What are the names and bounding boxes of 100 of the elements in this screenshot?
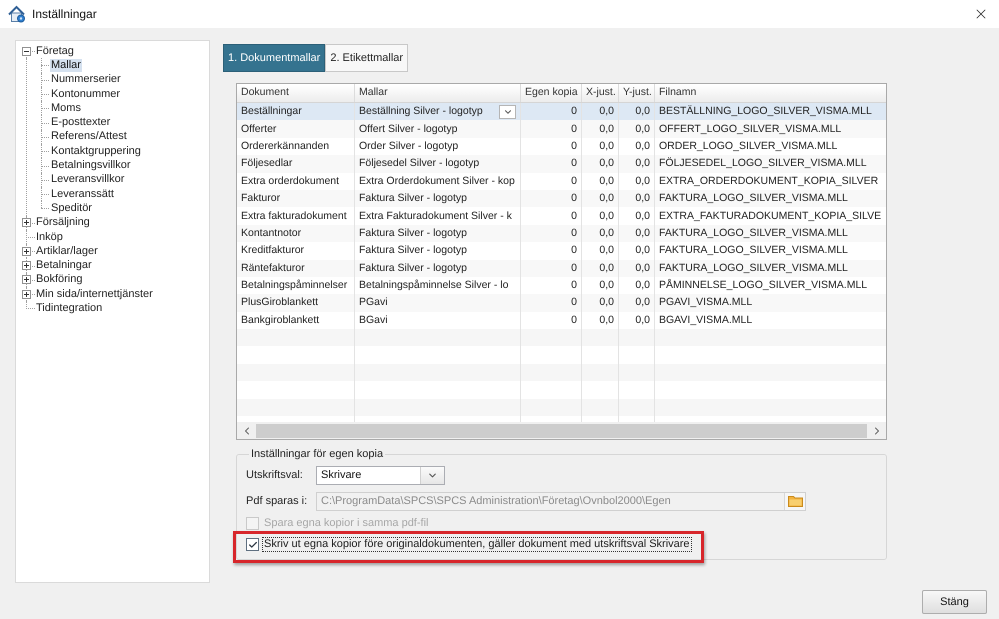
table-cell: Ordererkännanden [241,140,330,153]
table-cell: ORDER_LOGO_SILVER_VISMA.MLL [659,140,838,153]
expand-icon[interactable] [22,275,31,284]
table-row[interactable]: Offerter Offert Silver - logotyp 0 0,0 0,0 OFFERT_LOGO_SILVER_VISMA.MLL [237,120,886,138]
table-cell: 0 [571,174,577,188]
table-row[interactable]: Följesedlar Följesedel Silver - logotyp 0 0,0 0,0 FÖLJESEDEL_LOGO_SILVER_VISMA.MLL [237,155,886,173]
table-cell: 0,0 [635,314,650,327]
tree-item[interactable]: Tidintegration [35,302,104,315]
window-title: Inställningar [32,6,97,23]
table-cell: 0,0 [599,210,614,223]
tab[interactable]: 1. Dokumentmallar [223,44,326,72]
tree-item[interactable]: Betalningar [35,259,93,272]
tree-item[interactable]: Leveransvillkor [50,173,126,186]
column-header[interactable]: Egen kopia [521,84,582,102]
table-cell: 0,0 [599,140,614,153]
table-cell: PÅMINNELSE_LOGO_SILVER_VISMA.MLL [659,279,868,292]
expand-icon[interactable] [22,261,31,270]
table-cell: FAKTURA_LOGO_SILVER_VISMA.MLL [659,192,848,206]
tree-item[interactable]: Företag [35,44,75,58]
tree-item[interactable]: Mallar [50,58,82,72]
expand-icon[interactable] [22,246,31,256]
table-cell: 0,0 [635,226,650,240]
table-cell: Offerter [241,122,276,136]
column-header[interactable]: Filnamn [655,84,886,102]
column-header[interactable]: Y-just. [619,84,655,102]
tree-item[interactable]: Försäljning [35,216,91,230]
table-cell: Beställningar [241,105,302,118]
column-header[interactable]: Mallar [355,84,521,102]
table-cell: PGAVI_VISMA.MLL [659,296,752,310]
table-cell: 0,0 [635,157,650,170]
tree-item[interactable]: Moms [50,102,82,115]
table-cell: 0,0 [599,296,614,310]
table-row[interactable]: Beställningar Beställning Silver - logotyp 0 0,0 0,0 BESTÄLLNING_LOGO_SILVER_VISMA.MLL [237,103,886,120]
checkbox[interactable] [246,538,259,551]
table-cell: 0,0 [635,296,650,310]
table-cell: OFFERT_LOGO_SILVER_VISMA.MLL [659,122,842,136]
table-cell: 0,0 [635,140,650,153]
tree-item[interactable]: Inköp [35,230,64,244]
tab[interactable]: 2. Etikettmallar [325,44,408,72]
dropdown-button[interactable] [499,104,516,119]
tree-item[interactable]: Nummerserier [50,73,122,86]
table-cell: FAKTURA_LOGO_SILVER_VISMA.MLL [659,262,848,275]
table-cell: 0 [571,140,577,153]
table-cell: Betalningspåminnelser [241,279,348,292]
table-cell: 0,0 [635,192,650,206]
table-cell: Faktura Silver - logotyp [359,192,467,206]
table-cell: 0,0 [635,244,650,258]
folder-icon [788,495,802,507]
table-row[interactable]: PlusGiroblankett PGavi 0 0,0 0,0 PGAVI_VISMA.MLL [237,294,886,312]
table-cell: 0,0 [599,105,614,118]
tree-item[interactable]: Artiklar/lager [35,244,99,258]
table-cell: Kontantnotor [241,226,302,240]
table-cell: Order Silver - logotyp [359,140,458,153]
tree-item[interactable]: E-posttexter [50,116,112,130]
table-cell: Betalningspåminnelse Silver - lo [359,279,508,292]
table-cell: BGavi [359,314,388,327]
scrollbar-thumb[interactable] [256,424,867,438]
table-cell: 0,0 [599,314,614,327]
table-cell: Faktura Silver - logotyp [359,262,467,275]
tree-item[interactable]: Kontaktgruppering [50,144,142,158]
tree-item[interactable]: Leveranssätt [50,188,115,201]
tree-item[interactable]: Betalningsvillkor [50,159,132,172]
column-header[interactable]: X-just. [582,84,619,102]
expand-icon[interactable] [22,218,31,228]
table-cell: Följesedlar [241,157,292,170]
tree-item[interactable]: Kontonummer [50,88,122,101]
collapse-icon[interactable] [22,46,31,56]
tree-item[interactable]: Referens/Attest [50,130,128,144]
print-choice-select[interactable]: Skrivare [316,466,445,484]
tree-item[interactable]: Bokföring [35,273,84,286]
table-cell: 0,0 [635,105,650,118]
table-cell: Extra orderdokument [241,174,340,188]
table-cell: 0 [571,122,577,136]
table-cell: 0 [571,210,577,223]
table-cell: 0 [571,244,577,258]
checkbox-label[interactable]: Skriv ut egna kopior före originaldokumenten, gäller dokument med utskriftsval Skrivare [262,537,692,552]
table-cell: 0,0 [599,226,614,240]
house-gear-icon [8,5,26,23]
table-cell: 0 [571,279,577,292]
table-cell: 0,0 [635,279,650,292]
table-cell: Kreditfakturor [241,244,304,258]
table-cell: Följesedel Silver - logotyp [359,157,480,170]
table-cell: EXTRA_ORDERDOKUMENT_KOPIA_SILVER [659,174,878,188]
table-row[interactable]: Fakturor Faktura Silver - logotyp 0 0,0 0,0 FAKTURA_LOGO_SILVER_VISMA.MLL [237,190,886,208]
table-row[interactable]: Räntefakturor Faktura Silver - logotyp 0 0,0 0,0 FAKTURA_LOGO_SILVER_VISMA.MLL [237,260,886,277]
column-header[interactable]: Dokument [237,84,355,102]
table-cell: 0,0 [599,122,614,136]
table-cell: Extra Orderdokument Silver - kop [359,174,515,188]
table-cell: BGAVI_VISMA.MLL [659,314,752,327]
close-button[interactable]: Stäng [922,590,987,614]
horizontal-scrollbar[interactable] [237,422,886,439]
table-row[interactable]: Kontantnotor Faktura Silver - logotyp 0 0,0 0,0 FAKTURA_LOGO_SILVER_VISMA.MLL [237,224,886,242]
table-cell: 0,0 [635,174,650,188]
tree-item[interactable]: Min sida/internettjänster [35,288,154,301]
table-cell: Fakturor [241,192,280,206]
tree-item[interactable]: Speditör [50,202,93,215]
table-cell: 0 [571,314,577,327]
expand-icon[interactable] [22,290,31,299]
table-cell: Faktura Silver - logotyp [359,226,467,240]
table-cell: 0,0 [635,210,650,223]
